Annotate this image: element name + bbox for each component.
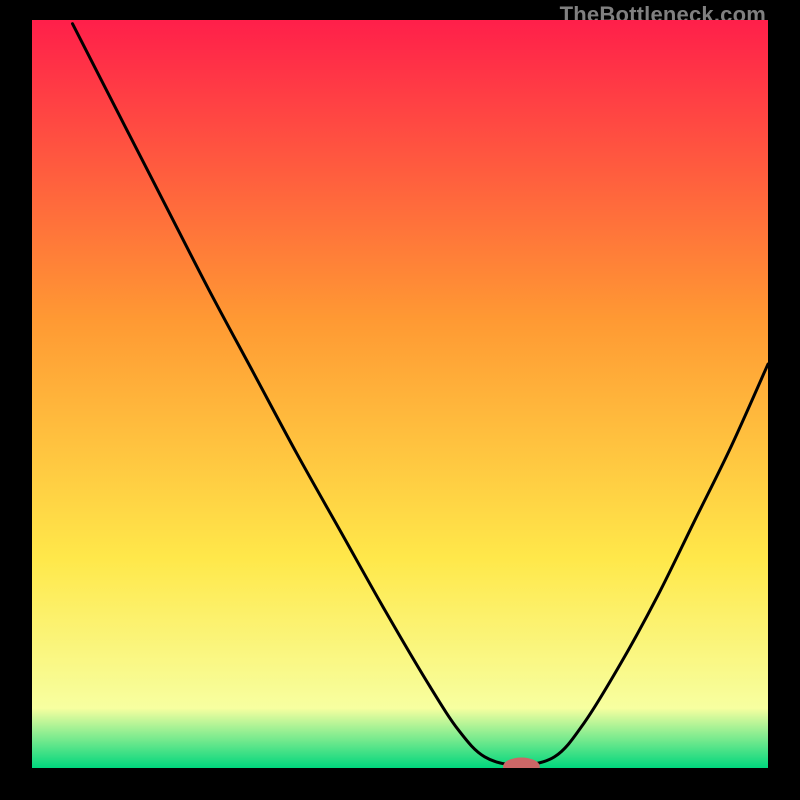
chart-frame: TheBottleneck.com xyxy=(0,0,800,800)
plot-area xyxy=(32,20,768,768)
gradient-background xyxy=(32,20,768,768)
chart-svg xyxy=(32,20,768,768)
